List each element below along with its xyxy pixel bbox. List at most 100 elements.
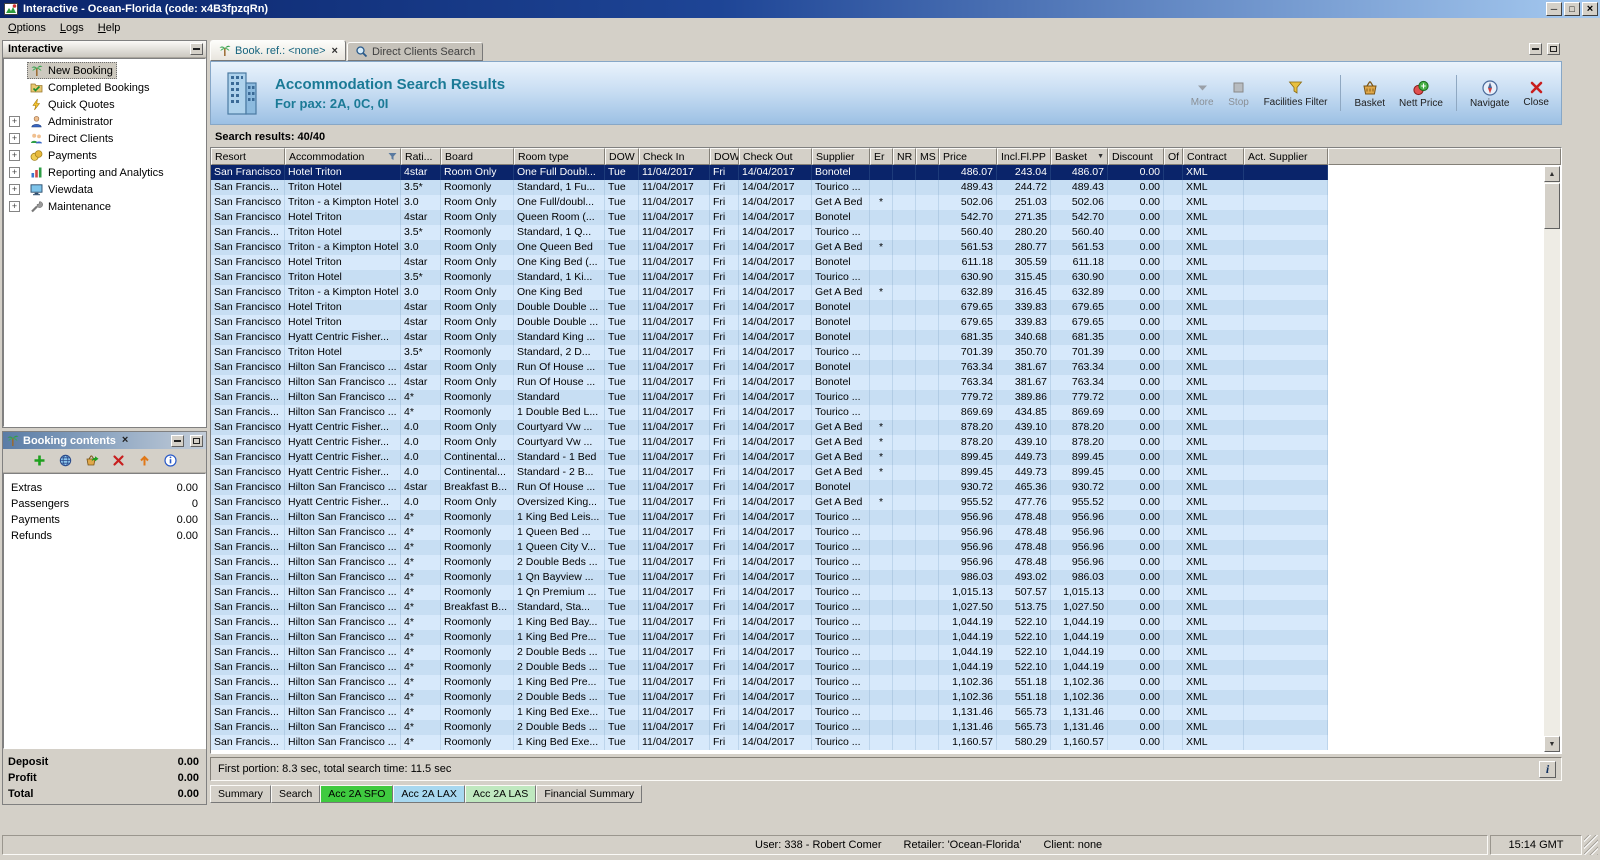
table-row[interactable]: San Francis... Hilton San Francisco ... 4*…: [211, 570, 1328, 585]
column-header-incl-fl-pp[interactable]: Incl.Fl.PP: [997, 148, 1051, 165]
bottom-tab-acc-2a-sfo[interactable]: Acc 2A SFO: [320, 785, 394, 803]
sidebar-item-direct-clients[interactable]: + Direct Clients: [4, 130, 205, 147]
table-row[interactable]: San Francis... Hilton San Francisco ... 4*…: [211, 510, 1328, 525]
expander-icon[interactable]: +: [9, 167, 20, 178]
close-icon[interactable]: ×: [1582, 2, 1598, 16]
nett-price-button[interactable]: Nett Price: [1393, 76, 1449, 111]
bottom-tab-acc-2a-las[interactable]: Acc 2A LAS: [464, 785, 537, 803]
table-row[interactable]: San Francis... Triton Hotel 3.5* Roomonly St…: [211, 225, 1328, 240]
column-header-of[interactable]: Of: [1164, 148, 1183, 165]
column-header-nr[interactable]: NR: [893, 148, 916, 165]
scroll-up-icon[interactable]: ▲: [1544, 166, 1560, 182]
maximize-icon[interactable]: □: [1564, 2, 1580, 16]
table-row[interactable]: San Francis... Hilton San Francisco ... 4*…: [211, 390, 1328, 405]
table-row[interactable]: San Francisco Hyatt Centric Fisher... 4.0 C…: [211, 465, 1328, 480]
booking-contents-row[interactable]: Refunds 0.00: [4, 528, 205, 544]
table-row[interactable]: San Francis... Hilton San Francisco ... 4*…: [211, 705, 1328, 720]
tab-direct-clients-search[interactable]: Direct Clients Search: [346, 42, 484, 61]
add-button[interactable]: [32, 453, 47, 468]
table-row[interactable]: San Francisco Triton - a Kimpton Hotel 3.0…: [211, 285, 1328, 300]
column-header-dow[interactable]: DOW: [710, 148, 739, 165]
info-button[interactable]: [163, 453, 178, 468]
expander-icon[interactable]: +: [9, 184, 20, 195]
basket-add-button[interactable]: [84, 453, 100, 468]
table-row[interactable]: San Francisco Hilton San Francisco ... 4st…: [211, 360, 1328, 375]
table-row[interactable]: San Francisco Triton - a Kimpton Hotel 3.0…: [211, 195, 1328, 210]
menu-help[interactable]: Help: [91, 19, 128, 37]
sidebar-item-completed-bookings[interactable]: Completed Bookings: [4, 79, 205, 96]
table-row[interactable]: San Francis... Hilton San Francisco ... 4*…: [211, 720, 1328, 735]
sidebar-item-maintenance[interactable]: + Maintenance: [4, 198, 205, 215]
table-row[interactable]: San Francisco Hyatt Centric Fisher... 4.0 C…: [211, 450, 1328, 465]
expander-icon[interactable]: +: [9, 150, 20, 161]
scroll-down-icon[interactable]: ▼: [1544, 736, 1560, 752]
table-row[interactable]: San Francisco Triton Hotel 3.5* Roomonly Sta…: [211, 270, 1328, 285]
column-header-price[interactable]: Price: [939, 148, 997, 165]
sidebar-item-administrator[interactable]: + Administrator: [4, 113, 205, 130]
table-row[interactable]: San Francis... Hilton San Francisco ... 4*…: [211, 555, 1328, 570]
table-row[interactable]: San Francisco Hyatt Centric Fisher... 4.0 R…: [211, 495, 1328, 510]
sidebar-item-new-booking[interactable]: New Booking: [4, 62, 205, 79]
close-button[interactable]: Close: [1517, 76, 1555, 110]
table-row[interactable]: San Francisco Hyatt Centric Fisher... 4sta…: [211, 330, 1328, 345]
basket-button[interactable]: Basket: [1348, 76, 1391, 111]
column-header-supplier[interactable]: Supplier: [812, 148, 870, 165]
table-row[interactable]: San Francis... Hilton San Francisco ... 4*…: [211, 735, 1328, 750]
table-row[interactable]: San Francis... Hilton San Francisco ... 4*…: [211, 615, 1328, 630]
resize-grip[interactable]: [1584, 835, 1598, 855]
table-row[interactable]: San Francis... Hilton San Francisco ... 4*…: [211, 660, 1328, 675]
column-header-accommodation[interactable]: Accommodation: [285, 148, 401, 165]
table-row[interactable]: San Francis... Hilton San Francisco ... 4*…: [211, 540, 1328, 555]
table-row[interactable]: San Francis... Hilton San Francisco ... 4*…: [211, 405, 1328, 420]
table-row[interactable]: San Francisco Hotel Triton 4star Room Only O…: [211, 255, 1328, 270]
minimize-icon[interactable]: ─: [1546, 2, 1562, 16]
column-header-discount[interactable]: Discount: [1108, 148, 1164, 165]
sidebar-item-quick-quotes[interactable]: Quick Quotes: [4, 96, 205, 113]
table-row[interactable]: San Francisco Triton Hotel 3.5* Roomonly Sta…: [211, 345, 1328, 360]
column-header-basket[interactable]: Basket ▼: [1051, 148, 1108, 165]
table-row[interactable]: San Francis... Hilton San Francisco ... 4*…: [211, 525, 1328, 540]
booking-contents-row[interactable]: Payments 0.00: [4, 512, 205, 528]
collapse-panel-button[interactable]: [190, 43, 203, 55]
column-header-resort[interactable]: Resort: [211, 148, 285, 165]
vertical-scrollbar[interactable]: ▲ ▼: [1544, 166, 1560, 752]
bottom-tab-summary[interactable]: Summary: [210, 785, 271, 803]
table-row[interactable]: San Francisco Hotel Triton 4star Room Only Q…: [211, 210, 1328, 225]
booking-contents-row[interactable]: Extras 0.00: [4, 480, 205, 496]
table-row[interactable]: San Francis... Hilton San Francisco ... 4*…: [211, 675, 1328, 690]
table-row[interactable]: San Francis... Hilton San Francisco ... 4*…: [211, 630, 1328, 645]
menu-logs[interactable]: Logs: [53, 19, 91, 37]
booking-contents-close-icon[interactable]: ×: [120, 435, 130, 446]
table-row[interactable]: San Francisco Hyatt Centric Fisher... 4.0 R…: [211, 420, 1328, 435]
table-row[interactable]: San Francisco Hilton San Francisco ... 4st…: [211, 375, 1328, 390]
table-row[interactable]: San Francisco Hyatt Centric Fisher... 4.0 R…: [211, 435, 1328, 450]
column-header-check-in[interactable]: Check In: [639, 148, 710, 165]
column-header-board[interactable]: Board: [441, 148, 514, 165]
expander-icon[interactable]: +: [9, 133, 20, 144]
bottom-tab-acc-2a-lax[interactable]: Acc 2A LAX: [393, 785, 465, 803]
remove-button[interactable]: [111, 453, 126, 468]
column-header-room-type[interactable]: Room type: [514, 148, 605, 165]
table-row[interactable]: San Francis... Hilton San Francisco ... 4*…: [211, 645, 1328, 660]
column-header-contract[interactable]: Contract: [1183, 148, 1244, 165]
menu-options[interactable]: Options: [1, 19, 53, 37]
table-row[interactable]: San Francisco Triton - a Kimpton Hotel 3.0…: [211, 240, 1328, 255]
navigate-button[interactable]: Navigate: [1464, 76, 1515, 111]
facilities-filter-button[interactable]: Facilities Filter: [1258, 76, 1334, 110]
sidebar-item-payments[interactable]: + Payments: [4, 147, 205, 164]
mdi-restore-button[interactable]: [1547, 43, 1560, 55]
table-row[interactable]: San Francisco Hotel Triton 4star Room Only O…: [211, 165, 1328, 180]
column-header-dow[interactable]: DOW: [605, 148, 639, 165]
table-row[interactable]: San Francis... Hilton San Francisco ... 4*…: [211, 600, 1328, 615]
table-row[interactable]: San Francisco Hilton San Francisco ... 4st…: [211, 480, 1328, 495]
table-row[interactable]: San Francis... Triton Hotel 3.5* Roomonly St…: [211, 180, 1328, 195]
booking-contents-minimize-button[interactable]: [171, 434, 184, 447]
expander-icon[interactable]: +: [9, 201, 20, 212]
column-header-ms[interactable]: MS: [916, 148, 939, 165]
tab-book-ref-none[interactable]: Book. ref.: <none> ×: [210, 40, 346, 61]
tab-close-icon[interactable]: ×: [332, 45, 338, 57]
sidebar-item-reporting-and-analytics[interactable]: + Reporting and Analytics: [4, 164, 205, 181]
mdi-minimize-button[interactable]: [1529, 43, 1542, 55]
move-up-button[interactable]: [137, 453, 152, 468]
scrollbar-thumb[interactable]: [1544, 183, 1560, 229]
